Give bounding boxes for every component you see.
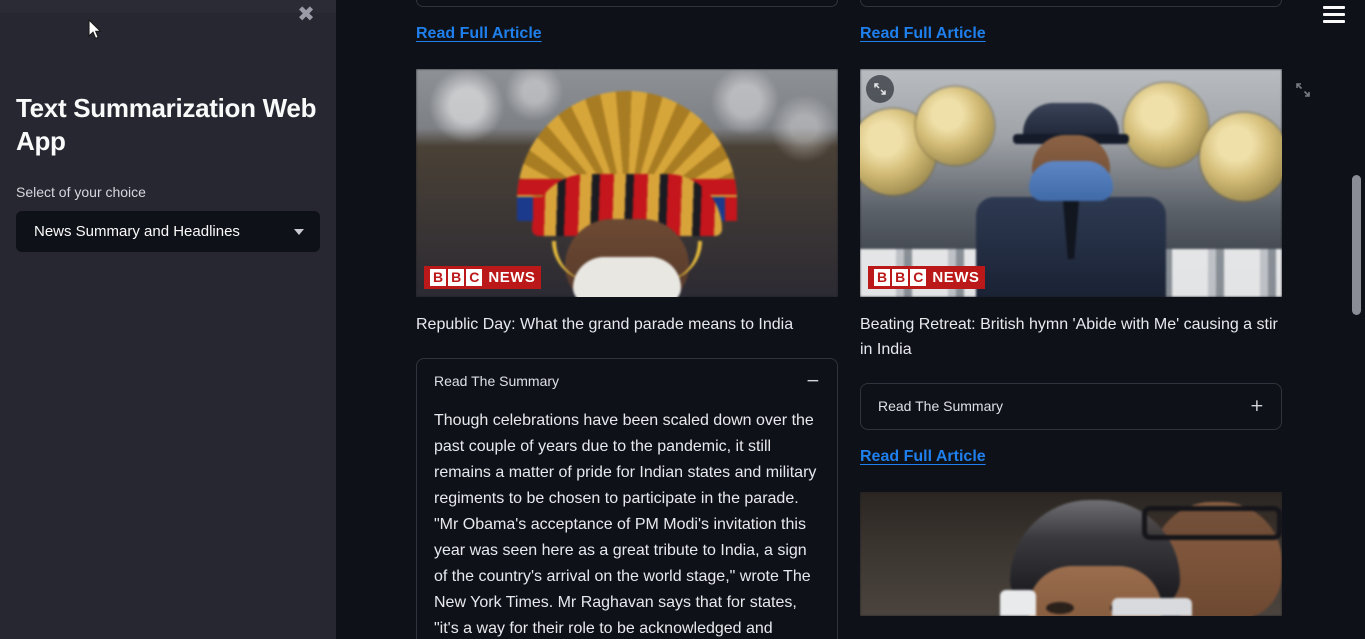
bbc-logo-letter: B [892, 269, 909, 286]
summary-expander-expanded: Read The Summary − Though celebrations h… [416, 357, 838, 639]
chevron-down-icon [294, 229, 304, 236]
article-column-right: Read Full Article B B C NEWS Beating Ret… [860, 0, 1282, 639]
read-full-article-link[interactable]: Read Full Article [860, 448, 986, 466]
article-image[interactable]: B B C NEWS [416, 69, 838, 297]
bbc-logo-letter: B [874, 269, 891, 286]
article-image-art [860, 491, 1282, 616]
summary-expander-collapsed: Read The Summary + [860, 382, 1282, 430]
choice-select[interactable]: News Summary and Headlines [16, 210, 320, 252]
bbc-logo-news-text: NEWS [932, 269, 980, 286]
sidebar-content: Text Summarization Web App Select of you… [16, 0, 320, 252]
article-image-art [860, 69, 1282, 297]
article-title: Beating Retreat: British hymn 'Abide wit… [860, 316, 1278, 358]
scrollbar-thumb[interactable] [1352, 175, 1361, 315]
bbc-logo-letter: B [430, 269, 447, 286]
read-full-article-link[interactable]: Read Full Article [860, 25, 986, 43]
expander-bottom-cutoff [416, 0, 838, 7]
bbc-logo-news-text: NEWS [488, 269, 536, 286]
sidebar: ✖ Text Summarization Web App Select of y… [0, 0, 336, 639]
summary-expander-header[interactable]: Read The Summary + [861, 384, 1281, 429]
hamburger-bar [1323, 6, 1345, 9]
bbc-news-logo: B B C NEWS [868, 266, 986, 289]
bbc-logo-letter: C [910, 269, 927, 286]
summary-expander-label: Read The Summary [878, 398, 1004, 415]
read-full-article-link[interactable]: Read Full Article [416, 25, 542, 43]
image-fullscreen-button[interactable] [866, 75, 894, 103]
article-image-art [416, 69, 838, 297]
hamburger-bar [1323, 13, 1345, 16]
bbc-news-logo: B B C NEWS [424, 266, 542, 289]
sidebar-close-button[interactable]: ✖ [294, 2, 318, 26]
vertical-scrollbar[interactable] [1352, 0, 1361, 639]
app-root: ✖ Text Summarization Web App Select of y… [0, 0, 1365, 639]
select-label: Select of your choice [16, 184, 146, 200]
expander-bottom-cutoff [860, 0, 1282, 7]
summary-expander-label: Read The Summary [434, 373, 560, 390]
plus-icon: + [1249, 395, 1264, 416]
summary-text: Though celebrations have been scaled dow… [434, 411, 817, 638]
summary-expander-header[interactable]: Read The Summary − [417, 359, 837, 404]
minus-icon: − [805, 370, 820, 391]
app-title: Text Summarization Web App [16, 93, 317, 156]
article-image[interactable] [860, 491, 1282, 616]
article-grid: Read Full Article B B C NEWS Republic Da… [416, 0, 1282, 639]
bbc-logo-letter: B [448, 269, 465, 286]
choice-select-value: News Summary and Headlines [34, 222, 240, 240]
bbc-logo-letter: C [466, 269, 483, 286]
fullscreen-expand-icon[interactable] [1295, 82, 1311, 98]
article-title: Republic Day: What the grand parade mean… [416, 316, 794, 333]
hamburger-menu-icon[interactable] [1323, 6, 1345, 23]
article-column-left: Read Full Article B B C NEWS Republic Da… [416, 0, 838, 639]
hamburger-bar [1323, 20, 1345, 23]
article-image[interactable]: B B C NEWS [860, 69, 1282, 297]
main-content: Read Full Article B B C NEWS Republic Da… [336, 0, 1365, 639]
